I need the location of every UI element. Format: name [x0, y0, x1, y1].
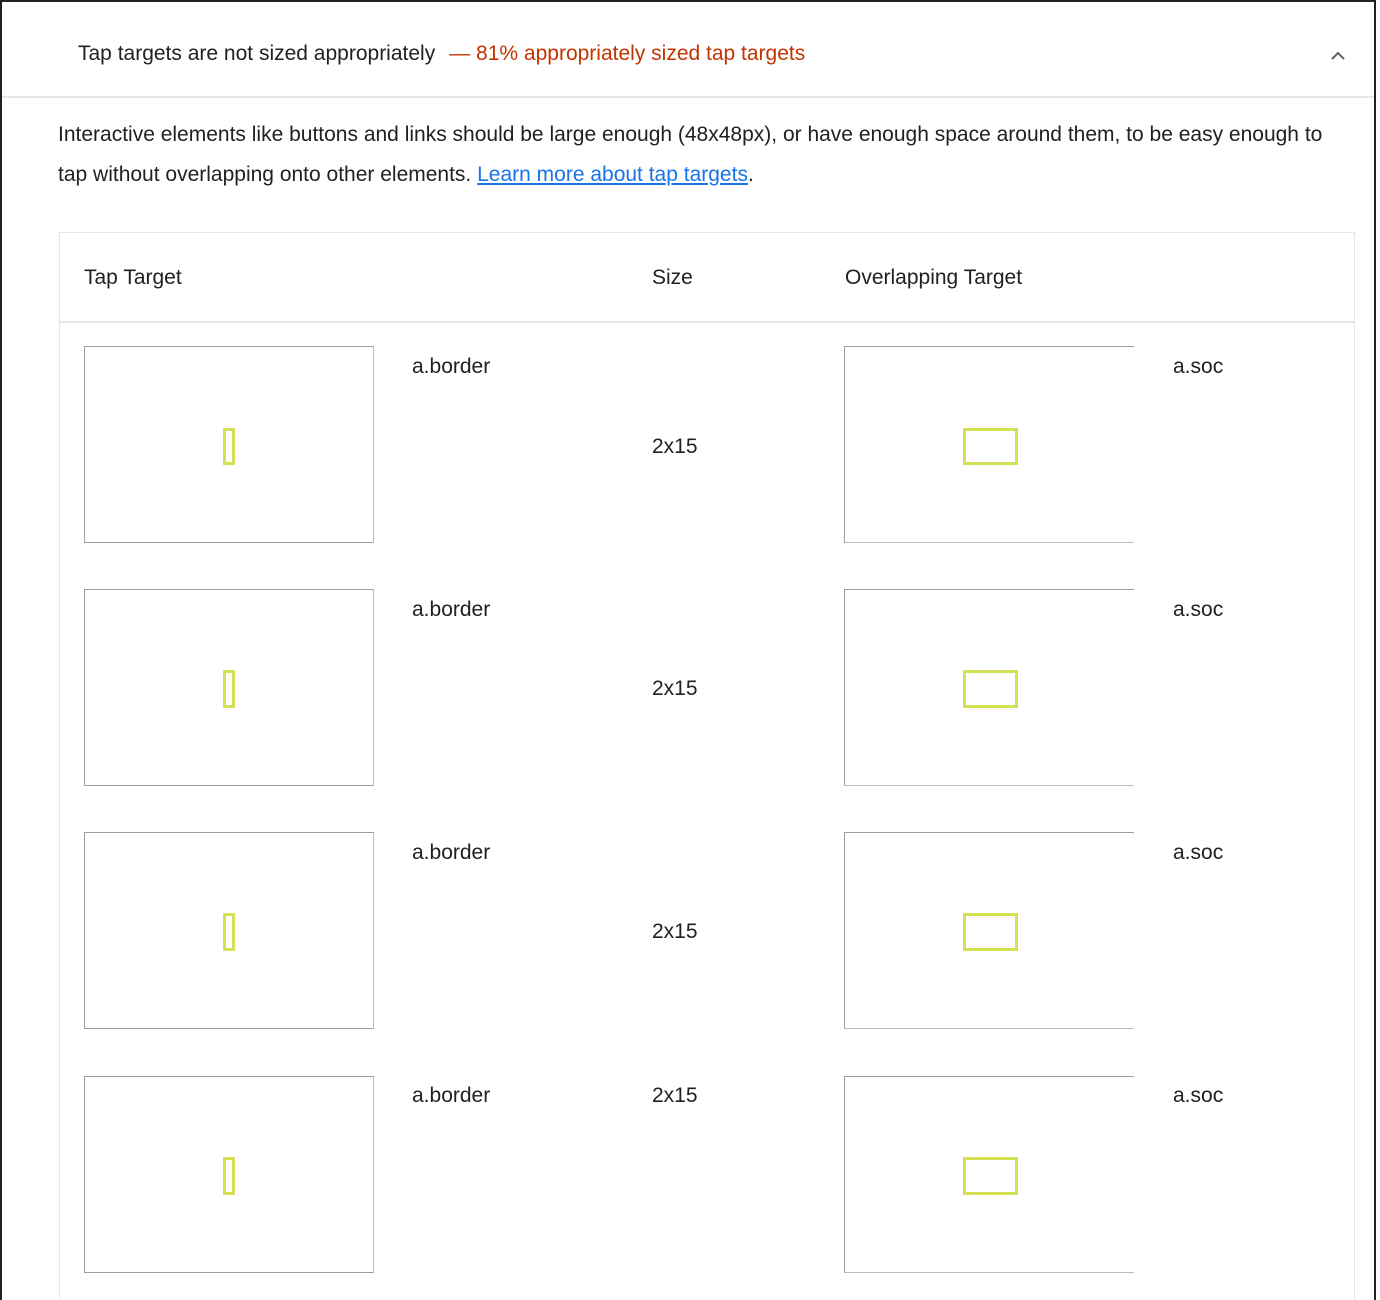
tap-target-highlight: [223, 1157, 235, 1195]
tap-target-size: 2x15: [652, 1084, 698, 1107]
table-row: a.border 2x15 a.soc: [60, 832, 1354, 1075]
table-row: a.border 2x15 a.soc: [60, 346, 1354, 589]
description-end: .: [747, 163, 754, 186]
tap-target-size: 2x15: [652, 677, 698, 700]
overlapping-target-selector: a.soc: [1173, 355, 1224, 378]
chevron-up-icon[interactable]: [1328, 46, 1348, 66]
tap-target-highlight: [223, 428, 235, 465]
tap-target-size: 2x15: [652, 920, 698, 943]
tap-target-highlight: [223, 913, 235, 951]
learn-more-link[interactable]: Learn more about tap targets: [477, 163, 748, 186]
table-header: Tap Target Size Overlapping Target: [60, 233, 1354, 323]
overlapping-target-screenshot: [844, 1076, 1134, 1273]
audit-panel: Tap targets are not sized appropriately —…: [0, 0, 1376, 1300]
overlapping-target-screenshot: [844, 832, 1134, 1029]
overlapping-target-selector: a.soc: [1173, 1084, 1224, 1107]
audit-display-value: — 81% appropriately sized tap targets: [449, 42, 806, 65]
header-size: Size: [652, 266, 693, 289]
overlapping-target-screenshot: [844, 346, 1134, 543]
tap-target-selector: a.border: [412, 598, 491, 621]
overlapping-target-screenshot: [844, 589, 1134, 786]
overlapping-target-highlight: [963, 670, 1018, 708]
tap-target-size: 2x15: [652, 435, 698, 458]
tap-target-screenshot: [84, 346, 374, 543]
audit-title-text: Tap targets are not sized appropriately: [78, 42, 436, 65]
tap-target-screenshot: [84, 832, 374, 1029]
tap-target-selector: a.border: [412, 1084, 491, 1107]
tap-target-screenshot: [84, 1076, 374, 1273]
header-tap-target: Tap Target: [84, 266, 182, 289]
tap-target-selector: a.border: [412, 841, 491, 864]
overlapping-target-highlight: [963, 428, 1018, 465]
table-row: a.border 2x15 a.soc: [60, 1076, 1354, 1300]
tap-target-selector: a.border: [412, 355, 491, 378]
overlapping-target-selector: a.soc: [1173, 841, 1224, 864]
tap-targets-table: Tap Target Size Overlapping Target a.bor…: [59, 232, 1355, 1300]
table-row: a.border 2x15 a.soc: [60, 589, 1354, 832]
header-overlapping-target: Overlapping Target: [845, 266, 1023, 289]
tap-target-highlight: [223, 670, 235, 708]
overlapping-target-highlight: [963, 1157, 1018, 1195]
overlapping-target-selector: a.soc: [1173, 598, 1224, 621]
audit-header[interactable]: Tap targets are not sized appropriately —…: [2, 2, 1374, 98]
tap-target-screenshot: [84, 589, 374, 786]
audit-title: Tap targets are not sized appropriately —…: [78, 40, 805, 68]
audit-description: Interactive elements like buttons and li…: [58, 115, 1338, 195]
overlapping-target-highlight: [963, 913, 1018, 951]
